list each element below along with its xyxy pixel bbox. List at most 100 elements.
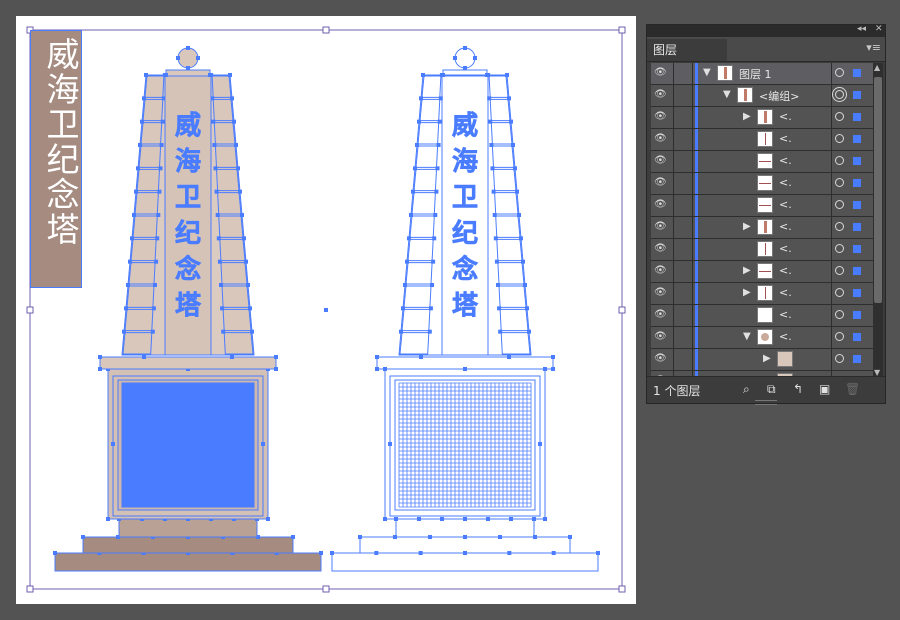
anchor-point[interactable] (155, 236, 160, 241)
layer-name[interactable]: <编组> (759, 88, 799, 104)
obelisk-block[interactable] (217, 192, 242, 215)
new-sublayer-icon[interactable]: ↰ (793, 382, 803, 396)
target-icon[interactable] (835, 156, 844, 165)
obelisk-block[interactable] (126, 285, 155, 308)
expand-right-icon[interactable]: ▶ (743, 111, 751, 122)
visibility-toggle[interactable]: 👁 (651, 195, 674, 216)
inscription-char[interactable]: 卫 (452, 183, 479, 214)
anchor-point[interactable] (485, 73, 489, 77)
anchor-point[interactable] (596, 551, 600, 555)
anchor-point[interactable] (214, 189, 219, 194)
anchor-point[interactable] (496, 283, 500, 287)
anchor-point[interactable] (130, 236, 134, 241)
lock-toggle[interactable] (674, 195, 693, 216)
layer-row[interactable]: 👁 <. (651, 129, 873, 151)
anchor-point[interactable] (98, 367, 102, 371)
new-layer-icon[interactable]: ▣ (819, 382, 830, 396)
obelisk-block[interactable] (138, 145, 162, 168)
obelisk-block[interactable] (498, 285, 527, 308)
anchor-point[interactable] (375, 355, 379, 359)
anchor-point[interactable] (437, 119, 442, 124)
obelisk-block[interactable] (489, 98, 511, 122)
obelisk-block[interactable] (144, 75, 165, 98)
anchor-point[interactable] (509, 119, 513, 124)
anchor-point[interactable] (494, 259, 499, 264)
anchor-point[interactable] (122, 329, 126, 334)
obelisk-block[interactable] (490, 122, 513, 145)
obelisk-block[interactable] (136, 168, 161, 192)
anchor-point[interactable] (111, 442, 115, 446)
layers-scrollbar[interactable]: ▲ ▼ (873, 63, 883, 377)
bounding-handle[interactable] (322, 585, 330, 593)
inscription-char[interactable]: 纪 (175, 218, 202, 250)
anchor-point[interactable] (228, 73, 232, 77)
obelisk-block[interactable] (399, 332, 430, 355)
anchor-point[interactable] (511, 143, 515, 147)
anchor-point[interactable] (216, 236, 221, 241)
bounding-handle[interactable] (618, 306, 626, 314)
inscription-char[interactable]: 纪 (452, 218, 479, 250)
selection-indicator[interactable] (853, 289, 861, 297)
obelisk-block[interactable] (415, 145, 439, 168)
target-icon[interactable] (835, 354, 844, 363)
selection-indicator[interactable] (853, 157, 861, 165)
anchor-point[interactable] (507, 96, 511, 101)
anchor-point[interactable] (409, 213, 413, 217)
layer-name[interactable]: <. (779, 154, 792, 167)
tab-layers[interactable]: 图层 (647, 39, 727, 61)
anchor-point[interactable] (497, 306, 502, 311)
selection-indicator[interactable] (853, 69, 861, 77)
anchor-point[interactable] (159, 143, 164, 147)
obelisk-block[interactable] (491, 145, 515, 168)
monument-step[interactable] (359, 536, 571, 554)
orb-top[interactable] (177, 47, 199, 69)
anchor-point[interactable] (134, 189, 138, 194)
inscription-char[interactable]: 海 (175, 147, 202, 178)
anchor-point[interactable] (126, 283, 130, 287)
anchor-point[interactable] (434, 189, 439, 194)
expand-right-icon[interactable]: ▶ (743, 221, 751, 232)
bounding-handle[interactable] (322, 26, 330, 34)
anchor-point[interactable] (415, 143, 419, 147)
expand-right-icon[interactable]: ▶ (763, 353, 771, 364)
anchor-point[interactable] (489, 143, 494, 147)
anchor-point[interactable] (488, 119, 493, 124)
cornice[interactable] (99, 356, 277, 370)
bounding-handle[interactable] (618, 585, 626, 593)
monument-step[interactable] (395, 518, 535, 538)
anchor-point[interactable] (388, 442, 392, 446)
resize-grip[interactable] (755, 400, 777, 405)
expand-down-icon[interactable]: ▼ (703, 67, 711, 78)
obelisk-block[interactable] (130, 238, 157, 262)
obelisk-block[interactable] (421, 75, 442, 98)
target-icon[interactable] (835, 90, 844, 99)
inscription-char[interactable]: 塔 (175, 291, 203, 322)
visibility-toggle[interactable]: 👁 (651, 173, 674, 194)
obelisk-block[interactable] (409, 215, 435, 238)
target-icon[interactable] (835, 332, 844, 341)
anchor-point[interactable] (538, 442, 542, 446)
anchor-point[interactable] (401, 306, 405, 311)
anchor-point[interactable] (220, 306, 225, 311)
lock-toggle[interactable] (674, 107, 693, 128)
obelisk-block[interactable] (413, 168, 438, 192)
anchor-point[interactable] (441, 73, 445, 77)
visibility-toggle[interactable]: 👁 (651, 63, 674, 84)
obelisk-block[interactable] (211, 75, 232, 98)
anchor-point[interactable] (274, 355, 278, 359)
obelisk-block[interactable] (212, 98, 234, 122)
visibility-toggle[interactable]: 👁 (651, 349, 674, 370)
anchor-point[interactable] (154, 259, 159, 264)
visibility-toggle[interactable]: 👁 (651, 85, 674, 106)
obelisk-block[interactable] (417, 122, 440, 145)
anchor-point[interactable] (142, 355, 146, 359)
anchor-point[interactable] (432, 236, 437, 241)
lock-toggle[interactable] (674, 283, 693, 304)
scroll-thumb[interactable] (874, 77, 882, 303)
anchor-point[interactable] (242, 236, 246, 241)
anchor-point[interactable] (493, 236, 498, 241)
lock-toggle[interactable] (674, 129, 693, 150)
monument-step[interactable] (331, 552, 599, 572)
anchor-point[interactable] (132, 213, 136, 217)
anchor-point[interactable] (513, 166, 517, 171)
